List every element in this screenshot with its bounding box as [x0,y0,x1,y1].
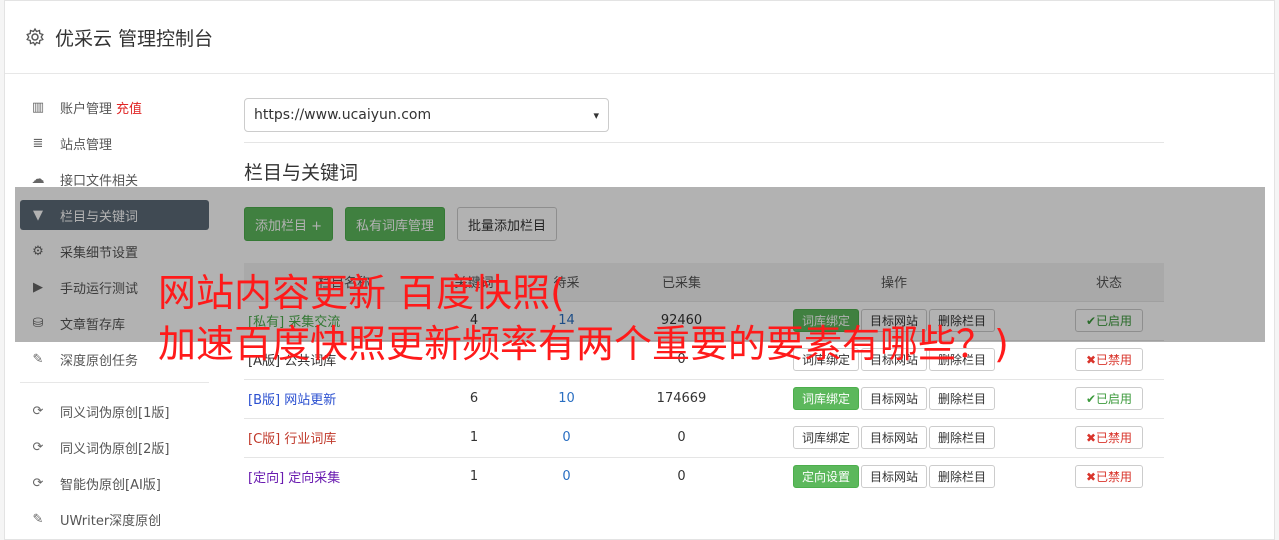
delete-column-button[interactable]: 删除栏目 [929,426,996,449]
sidebar-item-label: UWriter深度原创 [60,513,162,529]
cell-status: ✖已禁用 [1054,456,1164,496]
cell-status: ✖已禁用 [1054,417,1164,457]
column-name-link[interactable]: 定向采集 [288,471,340,486]
cell-name: [C版] 行业词库 [244,417,444,457]
delete-column-button[interactable]: 删除栏目 [929,465,996,489]
section-title: 栏目与关键词 [244,162,359,184]
sidebar-item-label: 接口文件相关 [60,173,139,189]
cell-keywords: 6 [444,378,504,418]
sidebar-item-label: 同义词伪原创[2版] [60,441,170,457]
cell-actions: 词库绑定 目标网站 删除栏目 [734,378,1054,418]
headline-line-1: 网站内容更新 百度快照( [158,271,565,315]
table-row: [C版] 行业词库 1 0 0 词库绑定 目标网站 删除栏目 ✖已禁用 [244,417,1164,457]
headline-line-2: 加速百度快照更新频率有两个重要的要素有哪些？) [158,322,1009,366]
status-toggle-button[interactable]: ✖已禁用 [1074,465,1144,489]
chevron-down-icon: ▾ [593,108,599,122]
cell-pending[interactable]: 0 [504,456,629,496]
column-tag: [C版] [248,432,281,447]
refresh-icon: ⟳ [32,439,44,455]
server-icon: ≣ [32,135,44,151]
recharge-link[interactable]: 充值 [116,98,142,117]
divider [244,142,1164,143]
cell-actions: 词库绑定 目标网站 删除栏目 [734,417,1054,457]
refresh-icon: ⟳ [32,403,44,419]
app-title: 优采云 管理控制台 [55,27,214,50]
sidebar-item-account[interactable]: ▥ 账户管理 充值 [20,92,209,122]
lexicon-bind-button[interactable]: 定向设置 [792,465,859,489]
target-site-button[interactable]: 目标网站 [860,465,927,489]
headline-overlay: 网站内容更新 百度快照( 加速百度快照更新频率有两个重要的要素有哪些？) [158,268,1158,370]
gear-icon [26,27,44,47]
target-site-button[interactable]: 目标网站 [860,426,927,449]
site-select-value: https://www.ucaiyun.com [254,107,432,123]
sidebar-item-label: 深度原创任务 [60,353,139,369]
sidebar-divider [20,382,209,383]
status-toggle-button[interactable]: ✔已启用 [1074,387,1144,410]
sidebar-item-label: 站点管理 [60,137,113,153]
cell-keywords: 1 [444,456,504,496]
cell-status: ✔已启用 [1054,378,1164,418]
column-name-link[interactable]: 网站更新 [284,393,336,408]
bar-chart-icon: ▥ [31,99,45,115]
sidebar-item-ai-rewrite[interactable]: ⟳ 智能伪原创[AI版] [20,468,209,498]
target-site-button[interactable]: 目标网站 [860,387,927,410]
cell-collected: 0 [629,456,734,496]
cell-collected: 0 [629,417,734,457]
sidebar-item-sites[interactable]: ≣ 站点管理 [20,128,209,158]
table-row: [定向] 定向采集 1 0 0 定向设置 目标网站 删除栏目 ✖已禁用 [244,456,1164,496]
cloud-upload-icon: ☁ [31,171,45,187]
edit-icon: ✎ [32,511,44,527]
column-tag: [定向] [248,471,285,487]
sidebar-item-synonym-2[interactable]: ⟳ 同义词伪原创[2版] [20,432,209,462]
sidebar-item-synonym-1[interactable]: ⟳ 同义词伪原创[1版] [20,396,209,426]
site-select[interactable]: https://www.ucaiyun.com ▾ [244,98,609,132]
cell-keywords: 1 [444,417,504,457]
sidebar-item-label: 智能伪原创[AI版] [60,477,161,493]
lexicon-bind-button[interactable]: 词库绑定 [792,426,859,449]
status-toggle-button[interactable]: ✖已禁用 [1074,426,1144,449]
cell-pending[interactable]: 0 [504,417,629,457]
sidebar-item-label: 账户管理 [60,101,113,117]
column-tag: [B版] [248,393,281,408]
table-row: [B版] 网站更新 6 10 174669 词库绑定 目标网站 删除栏目 ✔已启用 [244,378,1164,418]
column-name-link[interactable]: 行业词库 [284,432,336,447]
cell-actions: 定向设置 目标网站 删除栏目 [734,456,1054,496]
sidebar-item-label: 同义词伪原创[1版] [60,405,170,421]
cell-collected: 174669 [629,378,734,418]
delete-column-button[interactable]: 删除栏目 [929,387,996,410]
cell-name: [B版] 网站更新 [244,378,444,418]
refresh-icon: ⟳ [32,475,44,491]
cell-name: [定向] 定向采集 [244,456,444,496]
cell-pending[interactable]: 10 [504,378,629,418]
edit-icon: ✎ [32,351,44,367]
lexicon-bind-button[interactable]: 词库绑定 [792,387,859,410]
app-header: 优采云 管理控制台 [5,1,1274,74]
